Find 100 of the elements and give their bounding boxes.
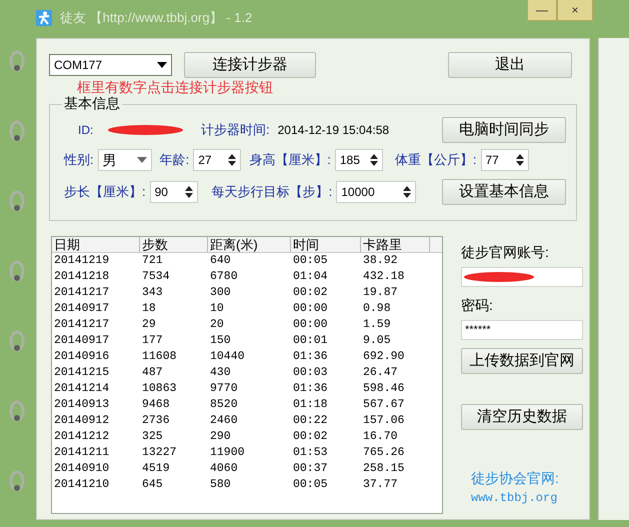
dropdown-arrow-icon	[136, 157, 147, 163]
binder-ring-icon	[8, 50, 26, 72]
table-cell-text: 9468	[141, 397, 171, 413]
table-cell-text: 177	[141, 333, 164, 349]
column-header[interactable]: 时间	[291, 237, 361, 252]
table-cell-text: 20140917	[53, 301, 110, 317]
table-cell-text: 9770	[209, 381, 239, 397]
table-cell-text: 580	[209, 477, 232, 493]
table-cell-text: 645	[141, 477, 164, 493]
table-cell-text: 20141211	[53, 445, 110, 461]
table-cell-text: 20141212	[53, 429, 110, 445]
password-field[interactable]: ******	[461, 320, 583, 340]
table-cell-text: 325	[141, 429, 164, 445]
field-label: 计步器时间:	[201, 121, 270, 140]
table-cell-text: 16.70	[362, 429, 399, 445]
table-cell-text: 38.92	[362, 253, 399, 269]
account-field[interactable]	[461, 267, 583, 287]
table-cell-text: 0.98	[362, 301, 392, 317]
table-cell-text: 290	[209, 429, 232, 445]
device-time: 2014-12-19 15:04:58	[278, 122, 390, 139]
spin-field[interactable]: 27	[193, 149, 242, 171]
table-cell-text: 00:03	[292, 365, 329, 381]
port-select[interactable]: COM177	[49, 54, 172, 76]
field-label: 密码:	[461, 296, 494, 315]
group-title: 基本信息	[62, 95, 122, 111]
minimize-button[interactable]: —	[527, 0, 557, 21]
table-cell-text: 8520	[209, 397, 239, 413]
table-cell-text: 10	[209, 301, 225, 317]
spin-arrows-icon	[228, 153, 236, 167]
binder-ring-icon	[8, 470, 26, 492]
table-cell-text: 20141215	[53, 365, 110, 381]
spin-field[interactable]: 185	[334, 149, 383, 171]
table-cell-text: 721	[141, 253, 164, 269]
table-cell-text: 7534	[141, 269, 171, 285]
exit-button[interactable]: 退出	[448, 52, 572, 78]
table-cell-text: 29	[141, 317, 157, 333]
table-cell-text: 19.87	[362, 285, 399, 301]
column-header[interactable]: 日期	[52, 237, 140, 252]
spin-arrows-icon	[516, 153, 524, 167]
table-cell-text: 300	[209, 285, 232, 301]
spin-field[interactable]: 10000	[336, 181, 416, 203]
table-cell-text: 01:36	[292, 381, 329, 397]
table-cell-text: 01:36	[292, 349, 329, 365]
sync-time-button[interactable]: 电脑时间同步	[442, 117, 566, 143]
table-cell-text: 10440	[209, 349, 246, 365]
table-cell-text: 13227	[141, 445, 178, 461]
table-cell-text: 430	[209, 365, 232, 381]
table-cell-text: 9.05	[362, 333, 392, 349]
binder-ring-icon	[8, 120, 26, 142]
table-cell-text: 20141217	[53, 317, 110, 333]
clear-history-button[interactable]: 清空历史数据	[461, 404, 583, 430]
table-cell-text: 487	[141, 365, 164, 381]
field-label: ID:	[78, 122, 94, 139]
spin-arrows-icon	[370, 153, 378, 167]
close-button[interactable]: ×	[557, 0, 593, 21]
binder-ring-icon	[8, 260, 26, 282]
table-cell-text: 00:01	[292, 333, 329, 349]
table-cell-text: 258.15	[362, 461, 406, 477]
table-cell-text: 00:22	[292, 413, 329, 429]
table-cell-text: 432.18	[362, 269, 406, 285]
column-header[interactable]: 步数	[140, 237, 208, 252]
table-cell-text: 20140910	[53, 461, 110, 477]
gender-select[interactable]: 男	[98, 149, 152, 171]
binder-ring-icon	[8, 330, 26, 352]
table-cell-text: 00:02	[292, 429, 329, 445]
table-cell-text: 640	[209, 253, 232, 269]
table-cell-text: 37.77	[362, 477, 399, 493]
table-cell-text: 157.06	[362, 413, 406, 429]
table-cell-text: 20	[209, 317, 225, 333]
table-cell-text: 4060	[209, 461, 239, 477]
spin-arrows-icon	[403, 185, 412, 199]
table-cell-text: 20141214	[53, 381, 110, 397]
table-cell-text: 567.67	[362, 397, 406, 413]
table-cell-text: 18	[141, 301, 157, 317]
site-label: 徒步协会官网:	[471, 469, 560, 488]
table-cell-text: 11608	[141, 349, 178, 365]
table-cell-text: 20141217	[53, 285, 110, 301]
table-cell-text: 10863	[141, 381, 178, 397]
column-header[interactable]: 卡路里	[361, 237, 430, 252]
field-label: 步长【厘米】:	[64, 183, 146, 202]
table-cell-text: 343	[141, 285, 164, 301]
walker-logo-icon	[36, 10, 52, 26]
field-label: 身高【厘米】:	[249, 151, 331, 170]
hint-text: 框里有数字点击连接计步器按钮	[77, 78, 274, 96]
upload-button[interactable]: 上传数据到官网	[461, 348, 583, 374]
spin-field[interactable]: 77	[480, 149, 528, 171]
spin-field[interactable]: 90	[150, 181, 198, 203]
table-cell-text: 6780	[209, 269, 239, 285]
table-cell-text: 20141218	[53, 269, 110, 285]
table-cell-text: 00:05	[292, 477, 329, 493]
set-info-button[interactable]: 设置基本信息	[442, 179, 566, 205]
connect-button[interactable]: 连接计步器	[184, 52, 316, 78]
table-cell-text: 01:53	[292, 445, 329, 461]
table-cell-text: 598.46	[362, 381, 406, 397]
column-header[interactable]: 距离(米)	[208, 237, 291, 252]
table-cell-text: 1.59	[362, 317, 392, 333]
table-cell-text: 20140912	[53, 413, 110, 429]
table-cell-text: 11900	[209, 445, 246, 461]
binder-ring-icon	[8, 190, 26, 212]
table-cell-text: 00:02	[292, 285, 329, 301]
